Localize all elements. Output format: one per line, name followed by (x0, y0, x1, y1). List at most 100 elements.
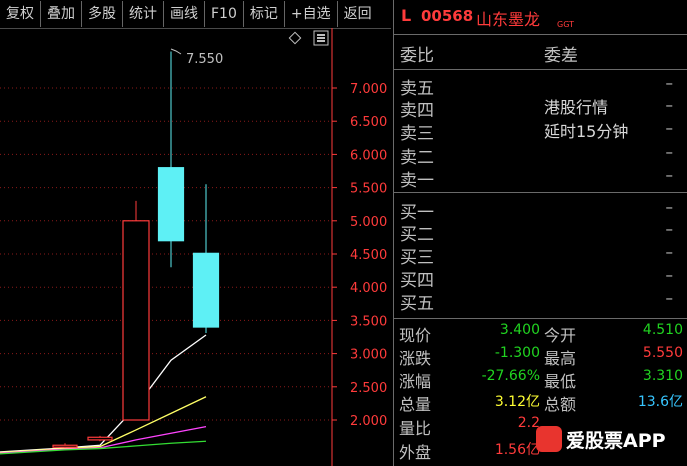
sell-row: 卖三 – (394, 119, 687, 144)
weicha-label: 委差 (544, 46, 578, 66)
change-value: -1.300 (494, 345, 540, 361)
weibi-label: 委比 (400, 46, 434, 66)
order-book-divider (394, 192, 687, 193)
stock-name[interactable]: 山东墨龙 (476, 6, 540, 30)
quote-row: 涨幅 -27.66% 最低 3.310 (394, 368, 687, 391)
buy-row: 买五 – (394, 289, 687, 314)
toolbar-f10-button[interactable]: F10 (205, 1, 244, 27)
price-tick-label: 2.500 (350, 381, 387, 396)
toolbar-add-favorite-button[interactable]: +自选 (285, 1, 338, 27)
price-value: 3.400 (499, 322, 540, 338)
change-label: 涨跌 (399, 349, 432, 368)
price-tick-label: 5.000 (350, 215, 387, 230)
delay-notice-line1: 港股行情 (544, 98, 609, 117)
change-pct-label: 涨幅 (399, 372, 432, 391)
price-tick-label: 5.500 (350, 182, 387, 197)
buy-4-label: 买四 (400, 271, 434, 291)
price-tick-label: 2.000 (350, 414, 387, 429)
moving-average-lines (0, 334, 207, 455)
peak-price-label: 7.550 (186, 52, 223, 67)
outer-volume-label: 外盘 (399, 443, 432, 462)
peak-price-marker: 7.550 (170, 48, 223, 67)
buy-row: 买三 – (394, 243, 687, 268)
price-tick-label: 6.000 (350, 148, 387, 163)
low-value: 3.310 (642, 368, 683, 384)
quote-divider (394, 318, 687, 319)
moving-average-line (0, 334, 207, 453)
chart-toolbar: 复权 叠加 多股 统计 画线 F10 标记 +自选 返回 (0, 0, 391, 29)
toolbar-back-button[interactable]: 返回 (338, 1, 378, 27)
sell-row: 卖一 – (394, 166, 687, 191)
candle-body (192, 252, 220, 328)
volume-ratio-label: 量比 (399, 419, 432, 438)
buy-row: 买二 – (394, 220, 687, 245)
price-tick-label: 6.500 (350, 115, 387, 130)
sell-2-label: 卖二 (400, 148, 434, 168)
volume-label: 总量 (399, 395, 432, 414)
toolbar-mark-button[interactable]: 标记 (244, 1, 285, 27)
high-value: 5.550 (642, 345, 683, 361)
candlestick[interactable] (52, 443, 78, 448)
quote-row: 涨跌 -1.300 最高 5.550 (394, 345, 687, 368)
candlestick[interactable] (192, 184, 220, 334)
sell-1-label: 卖一 (400, 171, 434, 191)
buy-3-label: 买三 (400, 248, 434, 268)
price-tick-label: 3.000 (350, 348, 387, 363)
toolbar-overlay-button[interactable]: 叠加 (41, 1, 82, 27)
weibi-row: 委比 委差 (394, 34, 687, 70)
sell-1-value: – (665, 166, 674, 184)
toolbar-multi-stock-button[interactable]: 多股 (82, 1, 123, 27)
price-label: 现价 (399, 326, 432, 345)
buy-5-value: – (665, 289, 674, 307)
buy-orders: 买一 – 买二 – 买三 – 买四 – 买五 – (394, 196, 687, 316)
quote-panel: L 00568 山东墨龙 GGT 委比 委差 卖五 – 卖四 – 卖三 – 卖二… (394, 0, 687, 466)
market-prefix: L (401, 6, 412, 25)
price-tick-label: 4.000 (350, 281, 387, 296)
candle-body (122, 220, 150, 421)
diamond-icon[interactable] (288, 31, 302, 45)
open-value: 4.510 (642, 322, 683, 338)
price-axis-ticks: 7.000 6.500 6.000 5.500 5.000 4.500 4.000 3.500… (332, 82, 387, 429)
sell-row: 卖二 – (394, 143, 687, 168)
sell-row: 卖四 – (394, 96, 687, 121)
candle-body (157, 167, 185, 242)
kline-chart[interactable]: 7.000 6.500 6.000 5.500 5.000 4.500 4.000 3.500… (0, 28, 392, 466)
sell-orders: 卖五 – 卖四 – 卖三 – 卖二 – 卖一 – 港股行情 延时15分钟 (394, 70, 687, 191)
candlestick[interactable] (87, 435, 113, 442)
sell-row: 卖五 – (394, 74, 687, 99)
stock-tag: GGT (557, 20, 574, 29)
open-label: 今开 (544, 326, 577, 345)
sell-2-value: – (665, 143, 674, 161)
watermark-text: 爱股票APP (566, 430, 666, 452)
buy-3-value: – (665, 243, 674, 261)
buy-5-label: 买五 (400, 294, 434, 314)
candlestick[interactable] (122, 200, 150, 421)
sell-4-value: – (665, 96, 674, 114)
toolbar-stats-button[interactable]: 统计 (123, 1, 164, 27)
chart-grid (0, 87, 332, 421)
turnover-label: 总额 (544, 395, 577, 414)
change-pct-value: -27.66% (481, 368, 540, 384)
price-tick-label: 4.500 (350, 248, 387, 263)
quote-row: 总量 3.12亿 总额 13.6亿 (394, 391, 687, 414)
moving-average-line (0, 396, 207, 454)
buy-row: 买一 – (394, 198, 687, 223)
sell-3-value: – (665, 119, 674, 137)
app-watermark: 爱股票APP (528, 421, 687, 466)
menu-icon[interactable] (313, 30, 329, 46)
high-label: 最高 (544, 349, 577, 368)
quote-row: 现价 3.400 今开 4.510 (394, 322, 687, 345)
delay-notice-line2: 延时15分钟 (544, 122, 629, 141)
buy-2-label: 买二 (400, 225, 434, 245)
buy-2-value: – (665, 220, 674, 238)
buy-row: 买四 – (394, 266, 687, 291)
candlestick[interactable] (157, 51, 185, 268)
peak-pointer (170, 48, 182, 55)
turnover-value: 13.6亿 (637, 394, 683, 410)
toolbar-draw-line-button[interactable]: 画线 (164, 1, 205, 27)
buy-4-value: – (665, 266, 674, 284)
price-tick-label: 7.000 (350, 82, 387, 97)
toolbar-fuquan-button[interactable]: 复权 (0, 1, 41, 27)
stock-code: 00568 (421, 7, 474, 25)
candle-body (87, 436, 113, 441)
